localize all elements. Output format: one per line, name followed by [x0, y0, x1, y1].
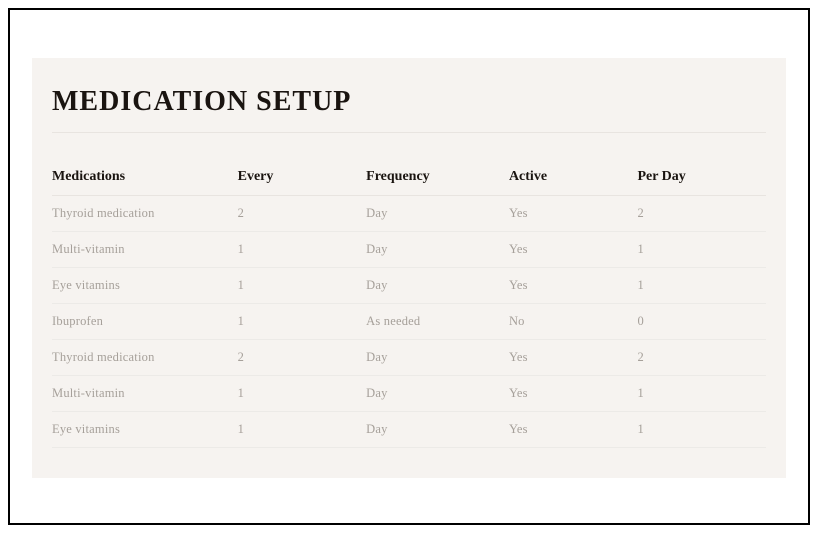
cell-every: 1	[238, 232, 367, 268]
cell-every: 2	[238, 340, 367, 376]
col-header-every: Every	[238, 159, 367, 196]
table-row: Eye vitamins 1 Day Yes 1	[52, 412, 766, 448]
cell-perday: 2	[637, 340, 766, 376]
table-row: Thyroid medication 2 Day Yes 2	[52, 196, 766, 232]
cell-frequency: As needed	[366, 304, 509, 340]
cell-frequency: Day	[366, 268, 509, 304]
cell-active: Yes	[509, 196, 638, 232]
cell-every: 1	[238, 268, 367, 304]
cell-medications: Multi-vitamin	[52, 232, 238, 268]
cell-perday: 1	[637, 376, 766, 412]
cell-active: Yes	[509, 268, 638, 304]
cell-medications: Ibuprofen	[52, 304, 238, 340]
cell-medications: Thyroid medication	[52, 340, 238, 376]
cell-frequency: Day	[366, 340, 509, 376]
cell-frequency: Day	[366, 196, 509, 232]
page-title: MEDICATION SETUP	[52, 86, 766, 133]
cell-perday: 1	[637, 412, 766, 448]
document-frame: MEDICATION SETUP Medications Every Frequ…	[8, 8, 810, 525]
table-row: Multi-vitamin 1 Day Yes 1	[52, 232, 766, 268]
cell-frequency: Day	[366, 412, 509, 448]
cell-every: 2	[238, 196, 367, 232]
cell-perday: 1	[637, 232, 766, 268]
cell-active: Yes	[509, 232, 638, 268]
cell-perday: 0	[637, 304, 766, 340]
table-row: Multi-vitamin 1 Day Yes 1	[52, 376, 766, 412]
col-header-frequency: Frequency	[366, 159, 509, 196]
cell-every: 1	[238, 412, 367, 448]
cell-every: 1	[238, 376, 367, 412]
cell-frequency: Day	[366, 232, 509, 268]
cell-perday: 1	[637, 268, 766, 304]
col-header-active: Active	[509, 159, 638, 196]
cell-frequency: Day	[366, 376, 509, 412]
table-header-row: Medications Every Frequency Active Per D…	[52, 159, 766, 196]
content-panel: MEDICATION SETUP Medications Every Frequ…	[32, 58, 786, 478]
cell-active: No	[509, 304, 638, 340]
col-header-perday: Per Day	[637, 159, 766, 196]
table-row: Thyroid medication 2 Day Yes 2	[52, 340, 766, 376]
cell-medications: Eye vitamins	[52, 412, 238, 448]
cell-medications: Eye vitamins	[52, 268, 238, 304]
table-row: Ibuprofen 1 As needed No 0	[52, 304, 766, 340]
cell-active: Yes	[509, 340, 638, 376]
cell-every: 1	[238, 304, 367, 340]
cell-active: Yes	[509, 412, 638, 448]
cell-perday: 2	[637, 196, 766, 232]
cell-medications: Thyroid medication	[52, 196, 238, 232]
cell-active: Yes	[509, 376, 638, 412]
cell-medications: Multi-vitamin	[52, 376, 238, 412]
col-header-medications: Medications	[52, 159, 238, 196]
medication-table: Medications Every Frequency Active Per D…	[52, 159, 766, 448]
table-row: Eye vitamins 1 Day Yes 1	[52, 268, 766, 304]
